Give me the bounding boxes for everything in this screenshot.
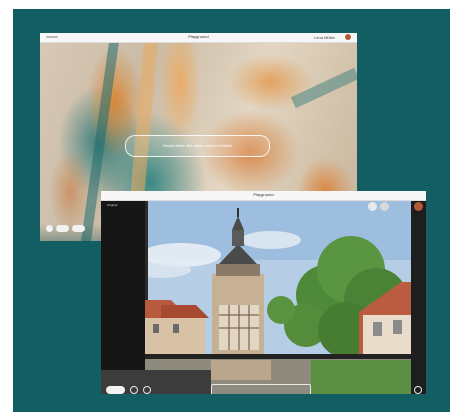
circle-icon[interactable] (143, 386, 151, 394)
teal-streak (290, 67, 357, 109)
avatar[interactable] (345, 34, 351, 40)
avatar[interactable] (380, 202, 389, 211)
pill-button[interactable] (72, 225, 85, 232)
photo-scene (101, 200, 426, 394)
circle-icon[interactable] (130, 386, 138, 394)
top-left-label: Original (107, 203, 118, 207)
avatar[interactable] (414, 202, 423, 211)
circle-icon[interactable] (46, 225, 53, 232)
style-prompt-input[interactable]: Beschreiben Sie einen anderen Bildstil (125, 135, 270, 157)
window-title: Playground (188, 34, 209, 39)
avatar[interactable] (368, 202, 377, 211)
front-window: Playground Original (101, 191, 426, 394)
thumbnail-strip[interactable] (211, 384, 311, 394)
pill-button[interactable] (56, 225, 69, 232)
window-title: Playground (253, 192, 274, 197)
pill-button[interactable] (106, 386, 125, 394)
window-titlebar: Playground Lena Müller (40, 33, 357, 43)
circle-icon[interactable] (414, 386, 422, 394)
town-hall-photo (101, 200, 426, 394)
user-name[interactable]: Lena Müller (314, 35, 335, 40)
window-titlebar: Playground (101, 191, 426, 201)
